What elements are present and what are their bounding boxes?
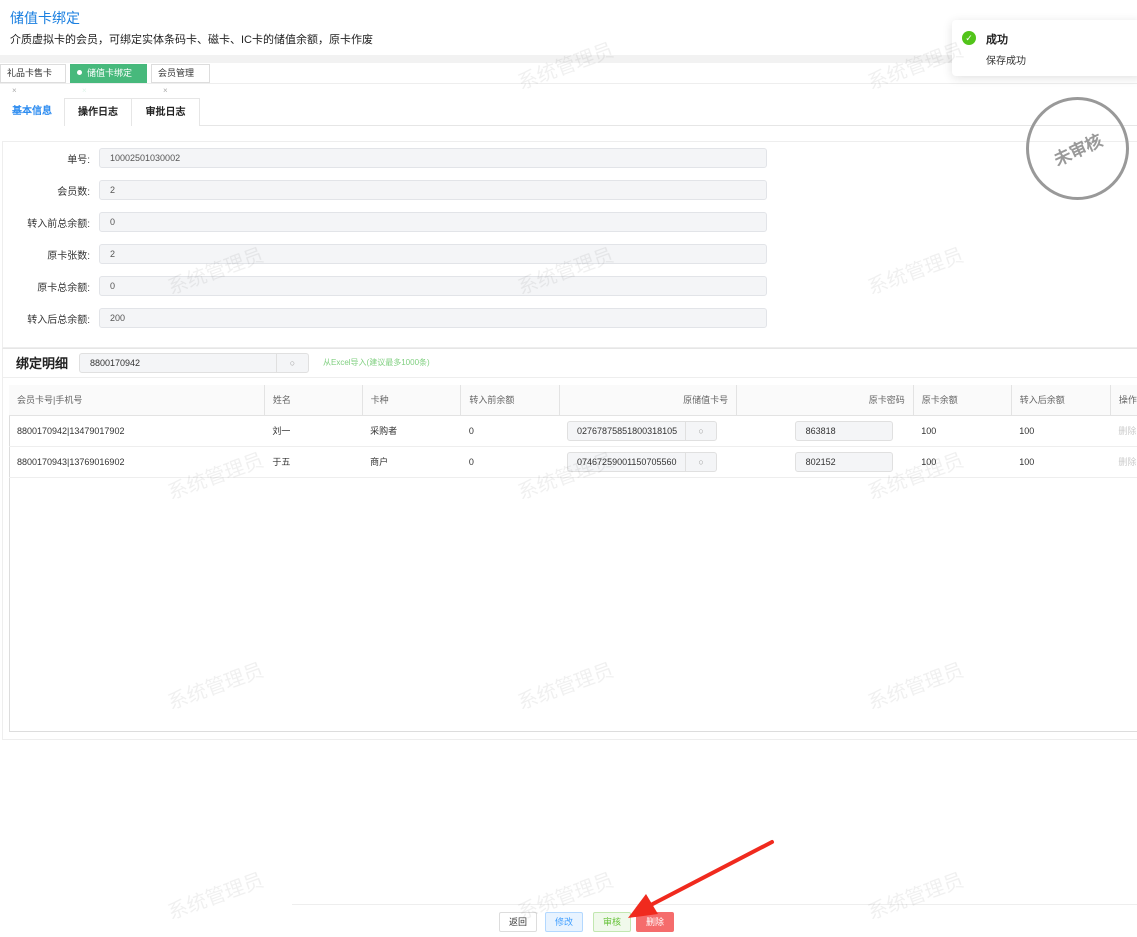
- col-op: 操作: [1110, 385, 1137, 416]
- tab-basic-info[interactable]: 基本信息: [0, 98, 64, 126]
- detail-tabs: 基本信息 操作日志 审批日志: [0, 98, 1137, 126]
- tab-approval-log[interactable]: 审批日志: [131, 98, 200, 126]
- search-value: 8800170942: [90, 358, 141, 368]
- watermark: 系统管理员: [865, 869, 967, 925]
- edit-button[interactable]: 修改: [545, 912, 583, 932]
- close-icon[interactable]: ×: [163, 86, 168, 95]
- card-password-input[interactable]: 802152: [794, 451, 893, 472]
- tab-gift-card-sale[interactable]: 礼品卡售卡 ×: [0, 64, 66, 95]
- watermark: 系统管理员: [165, 869, 267, 925]
- stamp-text: 未审核: [1051, 130, 1106, 170]
- binding-search-input[interactable]: 8800170942 ○: [79, 353, 309, 373]
- binding-title: 绑定明细: [16, 356, 69, 371]
- col-card: 原储值卡号: [559, 385, 738, 416]
- search-icon[interactable]: ○: [276, 354, 308, 372]
- label-after-total: 转入后总余额:: [27, 315, 90, 326]
- card-no-input[interactable]: 02767875851800318105 ○: [567, 420, 718, 441]
- tab-stored-card-binding[interactable]: 储值卡绑定×: [70, 64, 147, 95]
- delete-row-link[interactable]: 删除: [1110, 415, 1137, 447]
- col-card-bal: 原卡余额: [913, 385, 1012, 416]
- card-password-input[interactable]: 863818: [794, 420, 893, 441]
- col-member: 会员卡号|手机号: [9, 385, 265, 416]
- label-card-total: 原卡总余额:: [37, 283, 90, 294]
- status-stamp: 未审核: [1026, 97, 1129, 200]
- tab-label: 储值卡绑定: [87, 68, 133, 78]
- close-icon[interactable]: ×: [82, 86, 87, 95]
- tab-label: 礼品卡售卡: [7, 68, 53, 78]
- table-row: 8800170942|13479017902 刘一 采购者 0 02767875…: [9, 415, 1137, 447]
- card-no-input[interactable]: 07467259001150705560 ○: [567, 451, 718, 472]
- cell-card-bal: 100: [913, 415, 1012, 447]
- label-card-count: 原卡张数:: [47, 251, 90, 262]
- label-before-total: 转入前总余额:: [27, 219, 90, 230]
- close-icon[interactable]: ×: [12, 86, 17, 95]
- order-no-field: 10002501030002: [99, 148, 767, 168]
- binding-table: 会员卡号|手机号 姓名 卡种 转入前余额 原储值卡号 原卡密码 原卡余额 转入后…: [9, 385, 1137, 478]
- table-row: 8800170943|13769016902 于五 商户 0 074672590…: [9, 446, 1137, 478]
- card-no-value: 07467259001150705560: [577, 456, 677, 467]
- card-count-field: 2: [99, 244, 767, 264]
- cell-member: 8800170942|13479017902: [9, 415, 265, 447]
- card-no-value: 02767875851800318105: [577, 425, 678, 436]
- cell-member: 8800170943|13769016902: [9, 446, 265, 478]
- cell-card-bal: 100: [913, 446, 1012, 478]
- cell-after: 100: [1011, 415, 1111, 447]
- col-type: 卡种: [362, 385, 462, 416]
- col-before: 转入前余额: [460, 385, 560, 416]
- red-arrow-annotation: [628, 840, 774, 918]
- toast-title: 成功: [986, 34, 1008, 46]
- page-subtitle: 介质虚拟卡的会员，可绑定实体条码卡、磁卡、IC卡的储值余额，原卡作废: [10, 34, 373, 46]
- cell-before: 0: [460, 415, 560, 447]
- cell-after: 100: [1011, 446, 1111, 478]
- check-circle-icon: ✓: [962, 31, 976, 45]
- after-total-field: 200: [99, 308, 767, 328]
- cell-name: 刘一: [264, 415, 363, 447]
- label-order-no: 单号:: [67, 155, 90, 166]
- tab-member-management[interactable]: 会员管理 ×: [151, 64, 210, 95]
- col-pwd: 原卡密码: [736, 385, 914, 416]
- member-count-field: 2: [99, 180, 767, 200]
- cell-before: 0: [460, 446, 560, 478]
- cell-type: 采购者: [362, 415, 461, 447]
- delete-row-link[interactable]: 删除: [1110, 446, 1137, 478]
- search-icon[interactable]: ○: [685, 452, 716, 471]
- col-after: 转入后余额: [1011, 385, 1111, 416]
- tab-operation-log[interactable]: 操作日志: [64, 98, 132, 126]
- active-dot-icon: [77, 70, 82, 75]
- excel-import-link[interactable]: 从Excel导入(建议最多1000条): [323, 357, 430, 368]
- back-button[interactable]: 返回: [499, 912, 537, 932]
- label-member-count: 会员数:: [57, 187, 90, 198]
- col-name: 姓名: [264, 385, 363, 416]
- table-header: 会员卡号|手机号 姓名 卡种 转入前余额 原储值卡号 原卡密码 原卡余额 转入后…: [9, 385, 1137, 416]
- success-toast: ✓ 成功 保存成功: [952, 20, 1137, 76]
- cell-name: 于五: [264, 446, 363, 478]
- card-total-field: 0: [99, 276, 767, 296]
- search-icon[interactable]: ○: [685, 421, 716, 440]
- before-total-field: 0: [99, 212, 767, 232]
- tab-label: 会员管理: [158, 68, 195, 78]
- cell-type: 商户: [362, 446, 461, 478]
- toast-message: 保存成功: [986, 56, 1026, 67]
- page-title: 储值卡绑定: [10, 10, 80, 26]
